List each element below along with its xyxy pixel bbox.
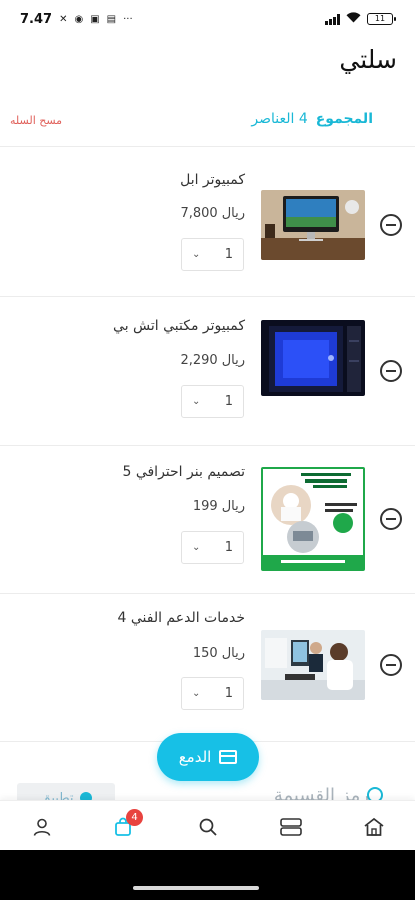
status-time: 7.47 [20,11,53,27]
item-currency: ريال [221,353,245,368]
summary-label: المجموع [315,111,373,127]
banner-design-thumbnail [261,467,365,571]
quantity-value: 1 [224,394,233,409]
mute-icon: ✕ [59,13,68,25]
item-price-value: 2,290 [180,353,218,368]
cart-badge: 4 [126,809,143,826]
categories-icon[interactable] [278,815,304,839]
item-name: كمبيوتر مكتبي اتش بي [113,318,245,334]
hp-desktop-thumbnail [261,320,365,396]
item-currency: ريال [221,206,245,221]
divider [0,593,415,594]
quantity-select[interactable]: ⌄ 1 [181,677,244,710]
item-currency: ريال [221,646,245,661]
credit-card-icon [219,750,238,764]
quantity-value: 1 [224,247,233,262]
item-currency: ريال [221,499,245,514]
item-price: ريال 199 [193,499,245,514]
checkout-label: الدمع [178,748,212,766]
item-price-value: 7,800 [180,206,218,221]
summary-count: 4 العناصر [251,111,308,127]
item-name: خدمات الدعم الفني 4 [117,610,245,626]
item-price: ريال 150 [193,646,245,661]
notification-icon: ◉ [74,13,84,25]
apple-computer-thumbnail [261,190,365,260]
cart-summary: المجموع 4 العناصر مسح السله [0,108,415,134]
cart-item: تصميم بنر احترافي 5 ريال 199 ⌄ 1 [0,447,415,595]
status-bar: 7.47 ✕ ◉ ▣ ▤ ··· 11 [0,0,415,38]
clear-cart-button[interactable]: مسح السله [10,114,62,127]
signal-icon [325,13,340,25]
search-icon[interactable] [196,815,220,839]
home-icon[interactable] [362,815,386,839]
chevron-down-icon: ⌄ [192,688,201,699]
divider [0,146,415,147]
bottom-nav: 4 [0,800,415,850]
status-left: 7.47 ✕ ◉ ▣ ▤ ··· [20,12,133,27]
wifi-icon [346,12,361,26]
item-name: تصميم بنر احترافي 5 [122,464,245,480]
battery-icon: 11 [367,13,396,25]
cart-item: كمبيوتر ابل ريال 7,800 ⌄ 1 [0,148,415,296]
profile-icon[interactable] [30,815,54,839]
chevron-down-icon: ⌄ [192,542,201,553]
page-title: سلتي [339,45,397,74]
summary-total: المجموع 4 العناصر [251,111,373,127]
quantity-select[interactable]: ⌄ 1 [181,238,244,271]
message-icon: ▣ [90,13,100,25]
item-price: ريال 2,290 [180,353,245,368]
quantity-select[interactable]: ⌄ 1 [181,531,244,564]
remove-item-icon[interactable] [380,214,402,236]
checkout-button[interactable]: الدمع [157,733,259,781]
quantity-value: 1 [224,686,233,701]
home-gesture-handle[interactable] [133,886,259,890]
item-price-value: 199 [192,499,218,514]
system-navigation-bar [0,850,415,900]
tech-support-thumbnail [261,630,365,700]
remove-item-icon[interactable] [380,360,402,382]
remove-item-icon[interactable] [380,654,402,676]
remove-item-icon[interactable] [380,508,402,530]
more-dots-icon: ··· [123,13,133,25]
divider [0,445,415,446]
quantity-value: 1 [224,540,233,555]
cart-item: خدمات الدعم الفني 4 ريال 150 ⌄ 1 [0,595,415,743]
item-price: ريال 7,800 [180,206,245,221]
mail-icon: ▤ [106,13,117,25]
item-price-value: 150 [192,646,218,661]
chevron-down-icon: ⌄ [192,249,201,260]
item-name: كمبيوتر ابل [180,172,245,188]
chevron-down-icon: ⌄ [192,396,201,407]
cart-item: كمبيوتر مكتبي اتش بي ريال 2,290 ⌄ 1 [0,298,415,446]
status-right: 11 [325,12,396,26]
divider [0,296,415,297]
cart-icon[interactable]: 4 [111,809,143,839]
quantity-select[interactable]: ⌄ 1 [181,385,244,418]
